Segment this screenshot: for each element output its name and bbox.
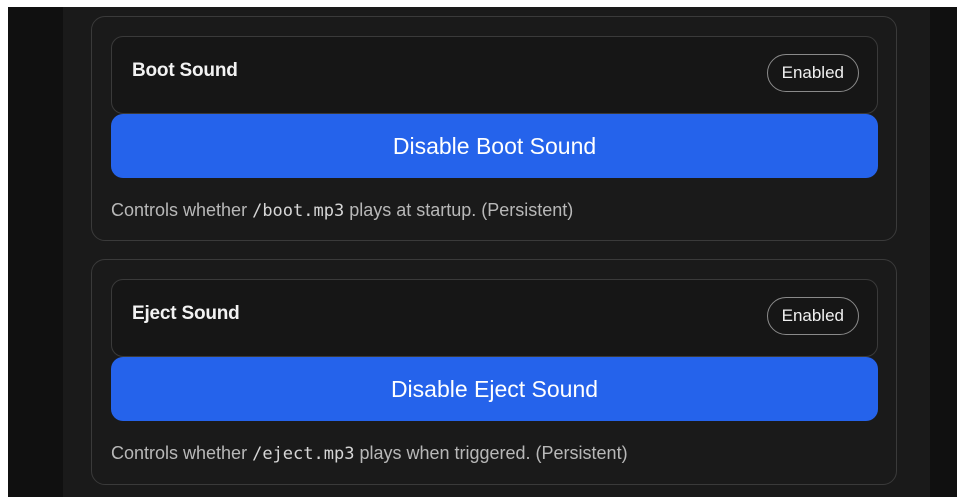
eject-sound-file-path: /eject.mp3 [252, 444, 355, 464]
settings-content: Boot Sound Enabled Disable Boot Sound Co… [63, 7, 930, 497]
eject-sound-title: Eject Sound [132, 303, 240, 324]
boot-sound-title: Boot Sound [132, 60, 238, 81]
eject-sound-description: Controls whether /eject.mp3 plays when t… [111, 443, 628, 464]
eject-sound-description-suffix: plays when triggered. (Persistent) [354, 443, 628, 463]
boot-sound-description-suffix: plays at startup. (Persistent) [344, 200, 574, 220]
eject-sound-header: Eject Sound Enabled [111, 279, 878, 357]
app-window: Boot Sound Enabled Disable Boot Sound Co… [8, 7, 957, 497]
disable-boot-sound-button[interactable]: Disable Boot Sound [111, 114, 878, 178]
screenshot-frame: Boot Sound Enabled Disable Boot Sound Co… [0, 0, 957, 497]
boot-sound-description-prefix: Controls whether [111, 200, 253, 220]
disable-eject-sound-button[interactable]: Disable Eject Sound [111, 357, 878, 421]
right-rail [930, 7, 957, 497]
boot-sound-header: Boot Sound Enabled [111, 36, 878, 114]
eject-sound-card: Eject Sound Enabled Disable Eject Sound … [91, 259, 897, 485]
boot-sound-file-path: /boot.mp3 [252, 201, 345, 221]
boot-sound-card: Boot Sound Enabled Disable Boot Sound Co… [91, 16, 897, 241]
boot-sound-status-badge: Enabled [766, 54, 859, 92]
eject-sound-description-prefix: Controls whether [111, 443, 253, 463]
boot-sound-description: Controls whether /boot.mp3 plays at star… [111, 200, 573, 221]
eject-sound-status-badge: Enabled [766, 297, 859, 335]
left-rail [8, 7, 63, 497]
